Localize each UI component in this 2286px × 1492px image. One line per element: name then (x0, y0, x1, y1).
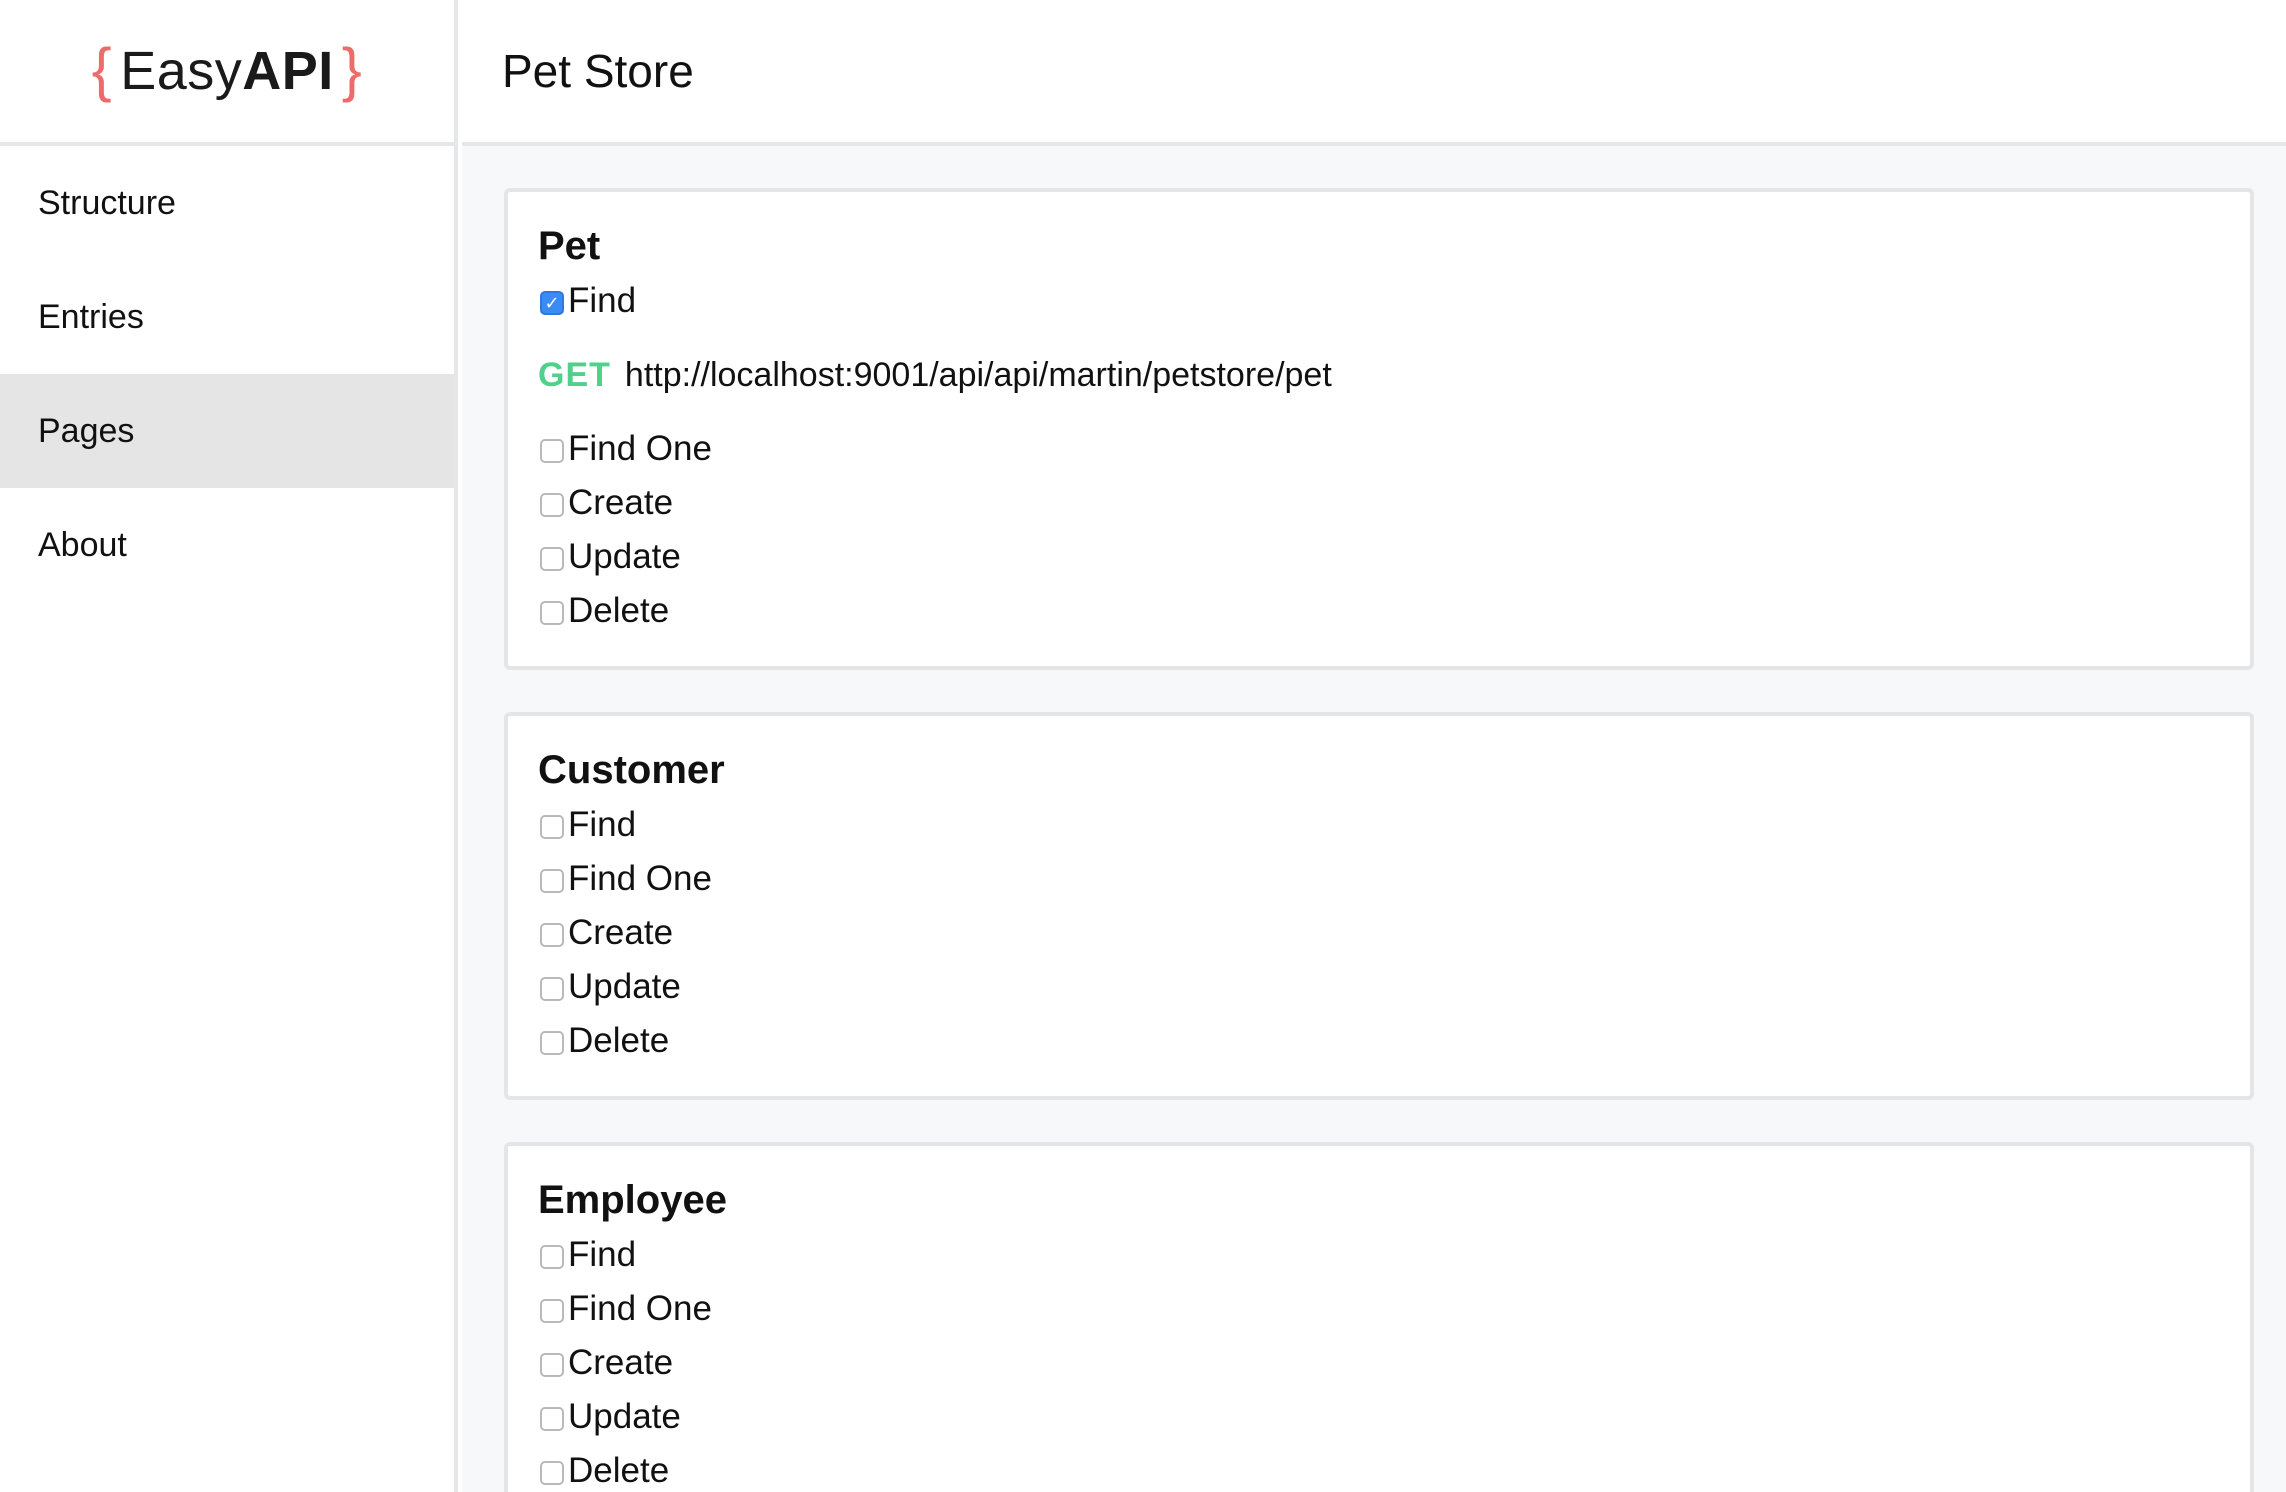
checkbox-icon[interactable] (540, 923, 564, 947)
checkbox-icon[interactable] (540, 547, 564, 571)
logo-text-easy: Easy (120, 41, 243, 101)
endpoint-row: GET http://localhost:9001/api/api/martin… (538, 340, 2220, 410)
op-label: Update (568, 967, 681, 1006)
entity-card-customer: Customer Find Find One Create Update Del… (504, 712, 2254, 1100)
sidebar-item-structure[interactable]: Structure (0, 146, 454, 260)
op-label: Find (568, 1235, 637, 1274)
op-label: Delete (568, 1021, 670, 1060)
sidebar: { Easy API } Structure Entries Pages Abou… (0, 0, 458, 1492)
logo-brace-open: { (91, 35, 113, 103)
checkbox-icon[interactable] (540, 439, 564, 463)
logo-text-api: API (242, 41, 334, 101)
op-delete[interactable]: Delete (538, 584, 2220, 638)
checkbox-icon[interactable] (540, 1353, 564, 1377)
op-find[interactable]: Find (538, 798, 2220, 852)
page-title: Pet Store (502, 45, 694, 97)
sidebar-nav: Structure Entries Pages About (0, 146, 454, 602)
op-find-one[interactable]: Find One (538, 422, 2220, 476)
op-label: Delete (568, 1451, 670, 1490)
op-find-one[interactable]: Find One (538, 1282, 2220, 1336)
op-label: Create (568, 913, 674, 952)
op-label: Update (568, 537, 681, 576)
checkbox-icon[interactable] (540, 869, 564, 893)
checkbox-icon[interactable] (540, 1407, 564, 1431)
op-label: Find (568, 281, 637, 320)
op-label: Create (568, 1343, 674, 1382)
sidebar-item-about[interactable]: About (0, 488, 454, 602)
op-find[interactable]: Find (538, 1228, 2220, 1282)
checkbox-icon[interactable] (540, 977, 564, 1001)
op-label: Find (568, 805, 637, 844)
sidebar-item-label: Pages (38, 411, 135, 450)
op-create[interactable]: Create (538, 476, 2220, 530)
sidebar-item-label: About (38, 525, 127, 564)
page-header: Pet Store (462, 0, 2286, 146)
checkbox-icon[interactable] (540, 1031, 564, 1055)
app-window: { Easy API } Structure Entries Pages Abou… (0, 0, 2286, 1492)
op-create[interactable]: Create (538, 1336, 2220, 1390)
op-create[interactable]: Create (538, 906, 2220, 960)
sidebar-item-entries[interactable]: Entries (0, 260, 454, 374)
endpoint-url[interactable]: http://localhost:9001/api/api/martin/pet… (625, 356, 1332, 395)
op-delete[interactable]: Delete (538, 1444, 2220, 1492)
sidebar-item-label: Structure (38, 183, 176, 222)
card-title: Customer (538, 748, 725, 792)
op-find-one[interactable]: Find One (538, 852, 2220, 906)
checkbox-icon[interactable] (540, 601, 564, 625)
checkbox-icon[interactable] (540, 1245, 564, 1269)
op-find[interactable]: ✓ Find (538, 274, 2220, 328)
checkbox-icon[interactable] (540, 1299, 564, 1323)
card-title: Employee (538, 1178, 727, 1222)
op-update[interactable]: Update (538, 1390, 2220, 1444)
op-label: Update (568, 1397, 681, 1436)
checkbox-icon[interactable] (540, 493, 564, 517)
sidebar-item-label: Entries (38, 297, 144, 336)
op-delete[interactable]: Delete (538, 1014, 2220, 1068)
entity-card-employee: Employee Find Find One Create Update Del… (504, 1142, 2254, 1492)
main-content: Pet ✓ Find GET http://localhost:9001/api… (462, 146, 2286, 1492)
checkbox-icon[interactable] (540, 1461, 564, 1485)
card-title: Pet (538, 224, 601, 268)
sidebar-item-pages[interactable]: Pages (0, 374, 454, 488)
entity-card-pet: Pet ✓ Find GET http://localhost:9001/api… (504, 188, 2254, 670)
logo[interactable]: { Easy API } (0, 0, 454, 146)
op-label: Delete (568, 591, 670, 630)
checkbox-icon[interactable] (540, 815, 564, 839)
op-label: Find One (568, 859, 712, 898)
logo-brace-close: } (341, 35, 363, 103)
op-label: Create (568, 483, 674, 522)
op-update[interactable]: Update (538, 960, 2220, 1014)
op-label: Find One (568, 1289, 712, 1328)
http-method-badge: GET (538, 355, 611, 394)
op-update[interactable]: Update (538, 530, 2220, 584)
checkbox-checked-icon[interactable]: ✓ (540, 291, 564, 315)
op-label: Find One (568, 429, 712, 468)
